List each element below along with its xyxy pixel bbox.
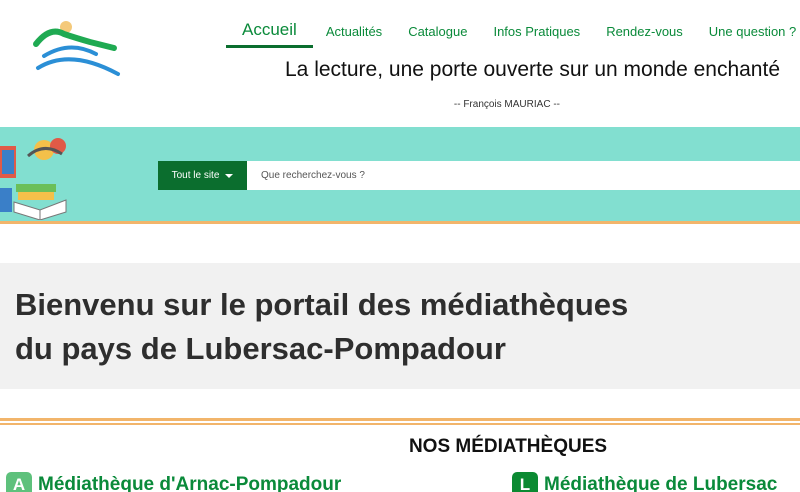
mediatheque-link-lubersac[interactable]: L Médiathèque de Lubersac: [512, 472, 777, 492]
search-input[interactable]: [247, 161, 800, 190]
quote-author: -- François MAURIAC --: [453, 99, 560, 110]
mediatheque-name-lubersac: Médiathèque de Lubersac: [544, 474, 778, 492]
welcome-title-line-1: Bienvenu sur le portail des médiathèques: [15, 287, 629, 322]
mediatheques-title: NOS MÉDIATHÈQUES: [408, 436, 608, 457]
mediatheque-badge-a: A: [6, 472, 32, 492]
mediatheque-badge-l: L: [512, 472, 538, 492]
welcome-title: Bienvenu sur le portail des médiathèques…: [15, 283, 785, 371]
nav-item-rendez-vous[interactable]: Rendez-vous: [593, 14, 696, 50]
mediatheque-link-arnac[interactable]: A Médiathèque d'Arnac-Pompadour: [6, 472, 341, 492]
books-illustration-icon: [0, 138, 67, 220]
site-header: Accueil Actualités Catalogue Infos Prati…: [0, 0, 800, 127]
welcome-title-line-2: du pays de Lubersac-Pompadour: [15, 331, 506, 366]
nav-item-infos-pratiques[interactable]: Infos Pratiques: [480, 14, 593, 50]
search-scope-label: Tout le site: [171, 170, 220, 181]
caret-down-icon: [225, 173, 234, 178]
main-nav: Accueil Actualités Catalogue Infos Prati…: [226, 14, 800, 50]
nav-item-catalogue[interactable]: Catalogue: [395, 14, 480, 50]
nav-item-une-question[interactable]: Une question ?: [696, 14, 800, 50]
site-tagline: La lecture, une porte ouverte sur un mon…: [285, 58, 780, 81]
search-scope-dropdown[interactable]: Tout le site: [158, 161, 247, 190]
mediatheque-name-arnac: Médiathèque d'Arnac-Pompadour: [38, 474, 342, 492]
nav-item-actualites[interactable]: Actualités: [313, 14, 395, 50]
mediatheques-section: NOS MÉDIATHÈQUES A Médiathèque d'Arnac-P…: [0, 423, 800, 492]
welcome-block: Bienvenu sur le portail des médiathèques…: [0, 263, 800, 389]
section-divider: [0, 418, 800, 421]
nav-item-accueil[interactable]: Accueil: [226, 14, 313, 48]
search-band: Tout le site: [0, 127, 800, 224]
